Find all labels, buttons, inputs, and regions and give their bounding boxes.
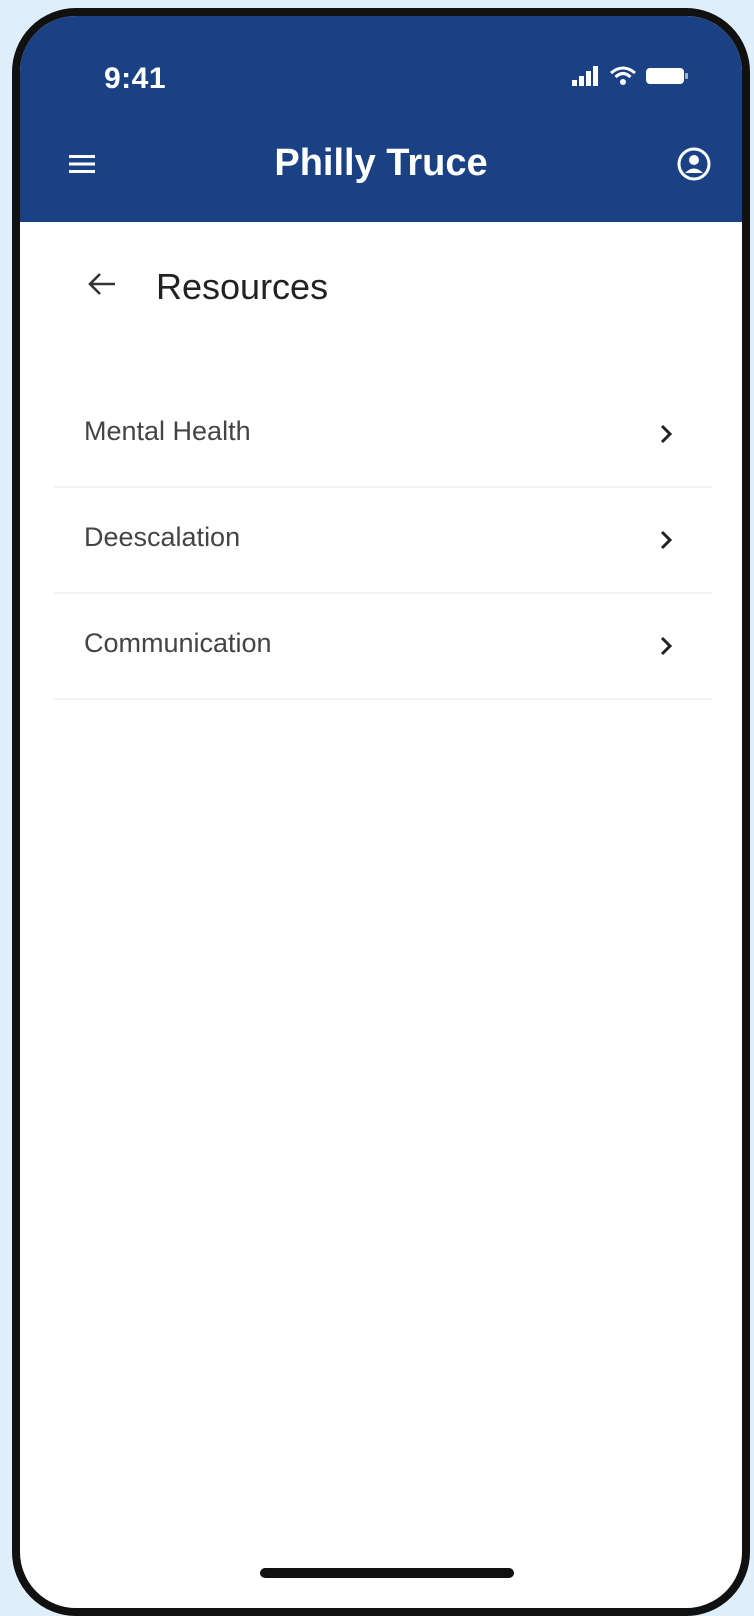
- app-header: 9:41 Philly Truce: [20, 16, 742, 222]
- page-header: Resources: [20, 222, 742, 352]
- list-item-label: Deescalation: [84, 522, 241, 552]
- resources-list: Mental Health Deescalation Communication: [54, 382, 712, 700]
- resource-item-deescalation[interactable]: Deescalation: [54, 488, 712, 594]
- chevron-right-icon: [656, 632, 678, 660]
- battery-icon: [646, 66, 690, 86]
- status-time: 9:41: [104, 62, 167, 95]
- page-title: Resources: [156, 266, 329, 307]
- resource-item-mental-health[interactable]: Mental Health: [54, 382, 712, 488]
- wifi-icon: [610, 66, 636, 86]
- chevron-right-icon: [656, 526, 678, 554]
- resource-item-communication[interactable]: Communication: [54, 594, 712, 700]
- back-button[interactable]: [82, 266, 122, 306]
- account-button[interactable]: [674, 146, 714, 186]
- back-arrow-icon: [87, 271, 117, 302]
- list-item-label: Communication: [84, 628, 272, 658]
- signal-icon: [572, 66, 600, 86]
- account-circle-icon: [677, 147, 711, 186]
- app-title: Philly Truce: [274, 142, 488, 184]
- page-background: 9:41 Philly Truce Resources Mental Healt…: [0, 0, 754, 1616]
- status-icons: [572, 66, 690, 86]
- list-item-label: Mental Health: [84, 416, 251, 446]
- home-indicator[interactable]: [260, 1568, 514, 1578]
- chevron-right-icon: [656, 420, 678, 448]
- phone-frame: 9:41 Philly Truce Resources Mental Healt…: [12, 8, 750, 1616]
